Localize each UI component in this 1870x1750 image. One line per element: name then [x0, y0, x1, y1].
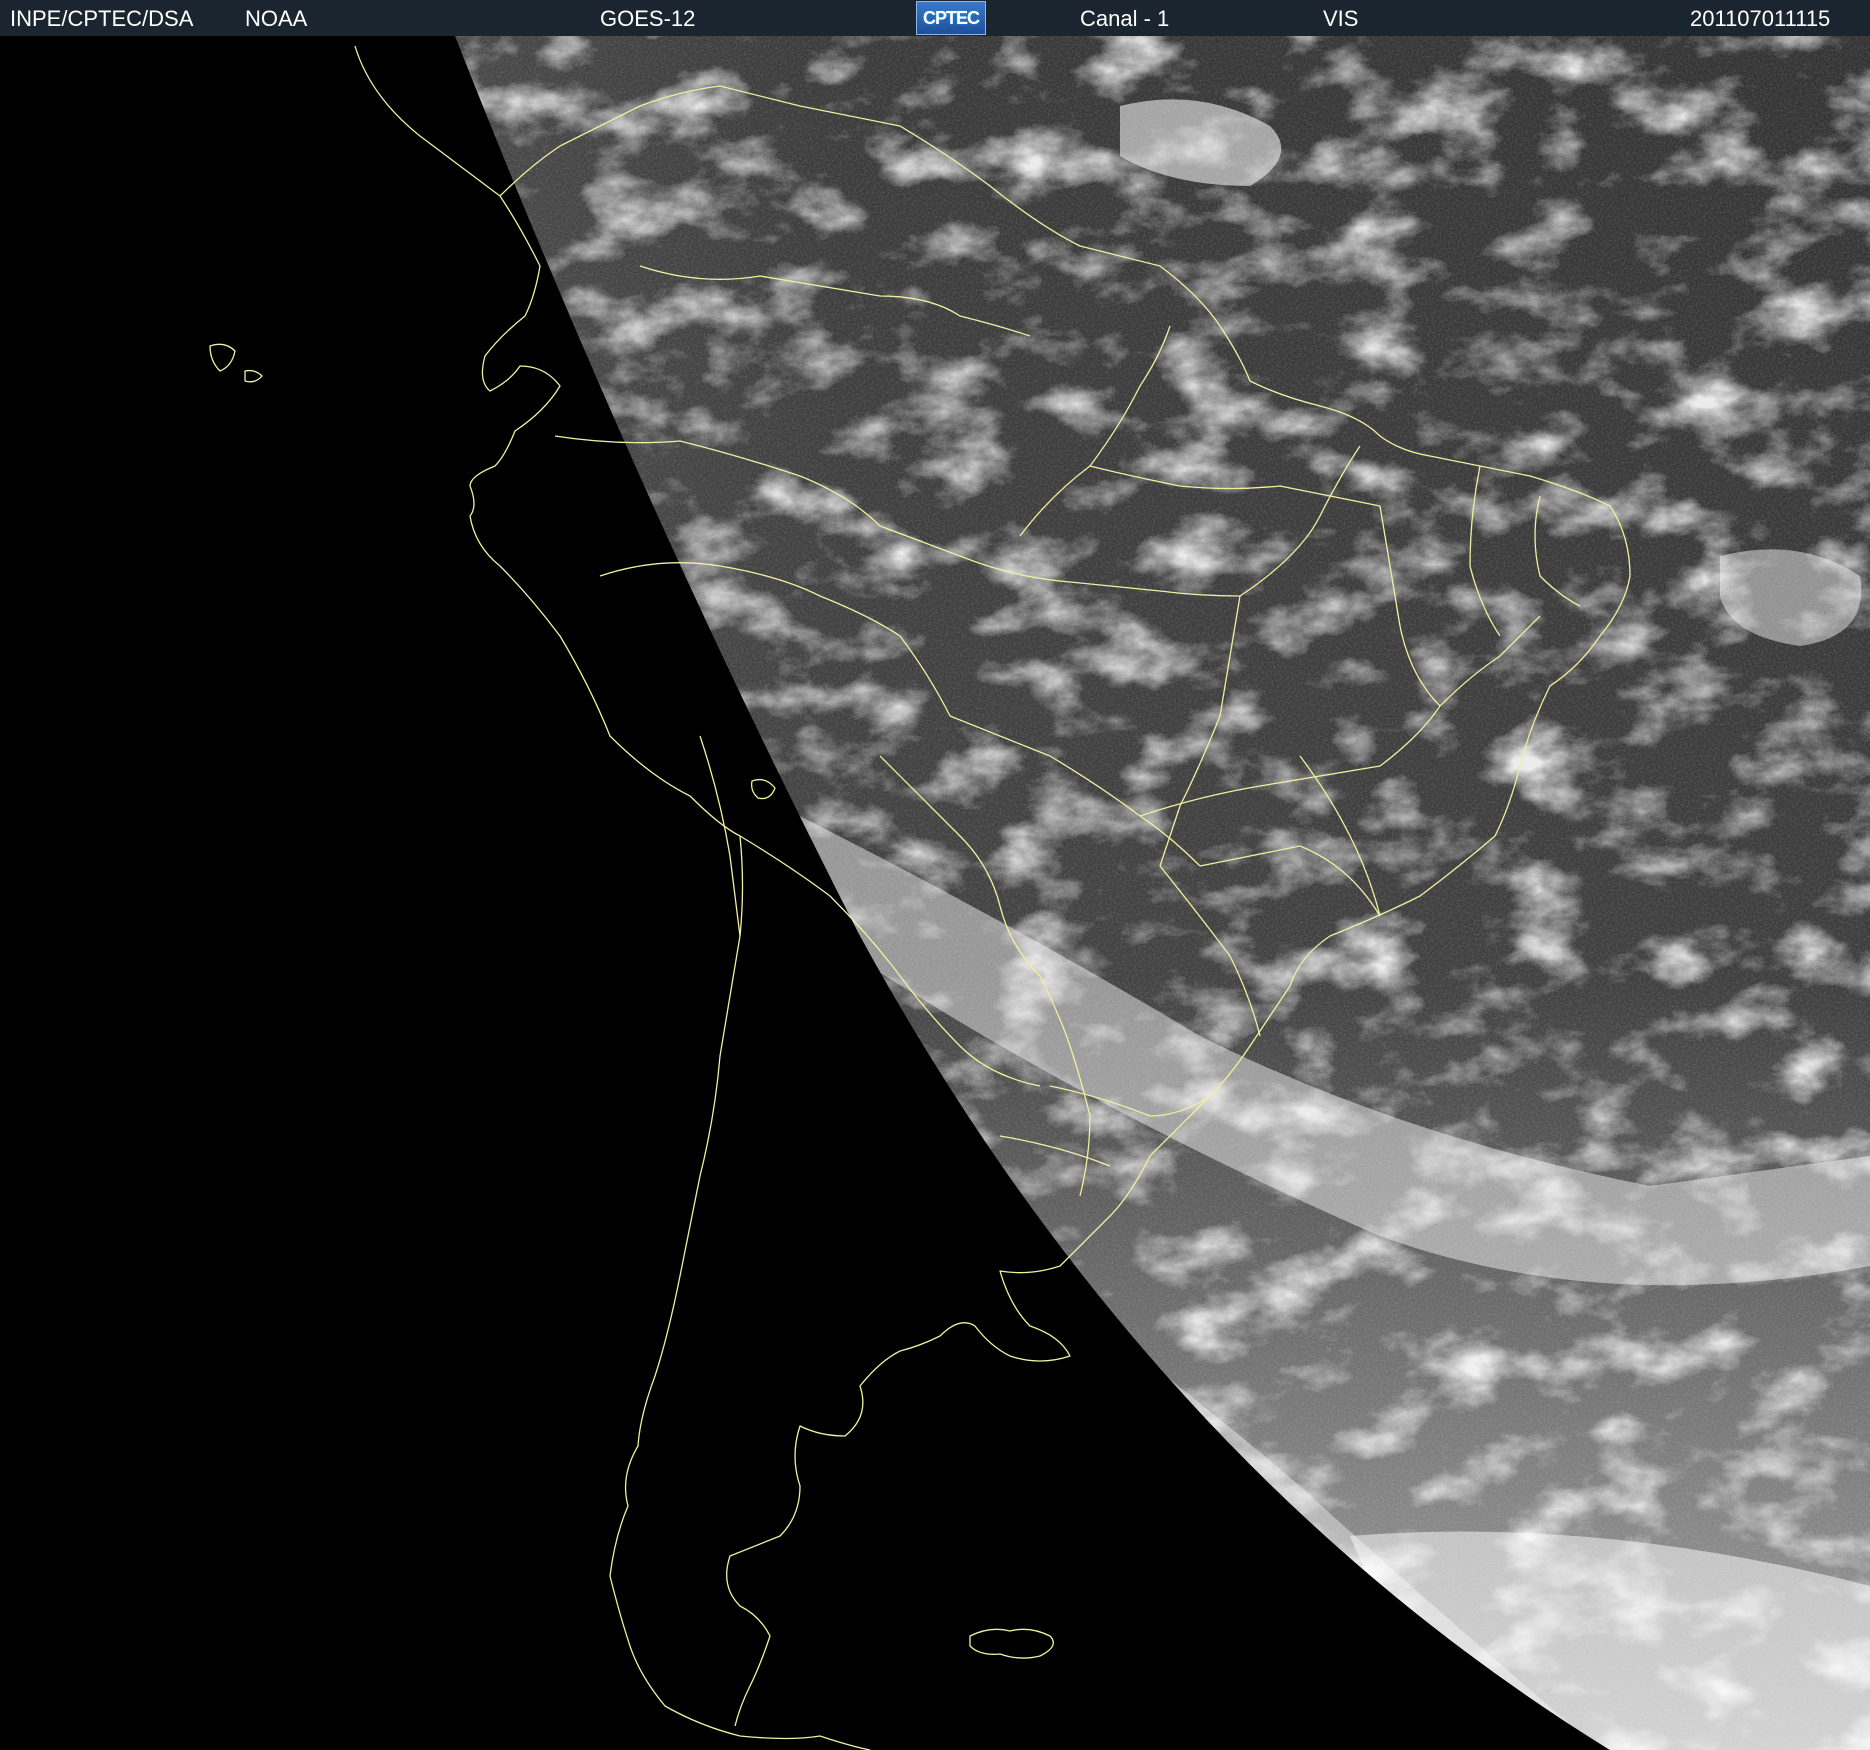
satellite-map [0, 36, 1870, 1750]
channel-label: Canal - 1 [1080, 6, 1170, 31]
band-label: VIS [1323, 6, 1359, 31]
source-label: INPE/CPTEC/DSA [10, 6, 194, 31]
header-bar: INPE/CPTEC/DSA NOAA GOES-12 CPTEC Canal … [0, 0, 1870, 36]
agency-label: NOAA [245, 6, 308, 31]
satellite-label: GOES-12 [600, 6, 696, 31]
cptec-logo: CPTEC [916, 1, 986, 35]
timestamp-label: 201107011115 [1690, 6, 1831, 31]
logo-text: CPTEC [922, 7, 980, 28]
